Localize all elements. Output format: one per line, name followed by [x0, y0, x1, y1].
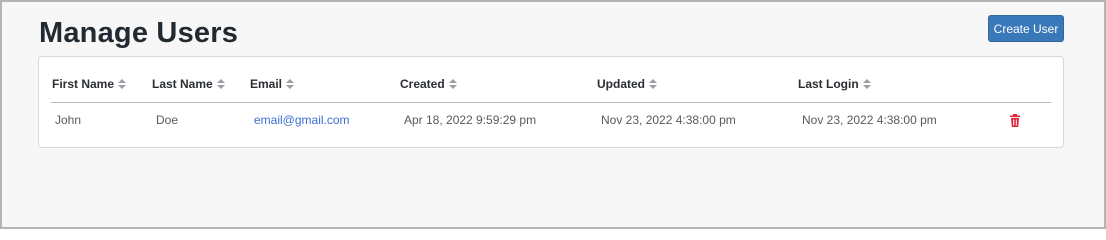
column-header-label: Email [250, 77, 283, 91]
cell-updated: Nov 23, 2022 4:38:00 pm [601, 113, 736, 127]
page-title: Manage Users [39, 17, 239, 49]
sort-icon [862, 78, 871, 90]
column-header-label: First Name [52, 77, 115, 91]
create-user-button[interactable]: Create User [988, 15, 1064, 42]
sort-icon [448, 78, 457, 90]
column-header-label: Created [400, 77, 445, 91]
app-window: Manage Users Create User First Name Last… [0, 0, 1106, 229]
column-header-label: Last Login [798, 77, 859, 91]
table-header-divider [51, 102, 1051, 103]
column-header-label: Updated [597, 77, 645, 91]
column-header-updated[interactable]: Updated [597, 77, 657, 91]
users-table-card: First Name Last Name Email Created Updat… [38, 56, 1064, 148]
column-header-first-name[interactable]: First Name [52, 77, 127, 91]
cell-last-login: Nov 23, 2022 4:38:00 pm [802, 113, 937, 127]
sort-icon [286, 78, 295, 90]
column-header-label: Last Name [152, 77, 213, 91]
sort-icon [649, 78, 657, 90]
cell-last-name: Doe [156, 113, 179, 127]
column-header-created[interactable]: Created [400, 77, 457, 91]
cell-first-name: John [55, 113, 82, 127]
column-header-last-login[interactable]: Last Login [798, 77, 871, 91]
column-header-last-name[interactable]: Last Name [152, 77, 225, 91]
cell-email-link[interactable]: email@gmail.com [254, 113, 350, 127]
column-header-email[interactable]: Email [250, 77, 295, 91]
sort-icon [118, 78, 127, 90]
cell-created: Apr 18, 2022 9:59:29 pm [404, 113, 537, 127]
sort-icon [216, 78, 225, 90]
trash-icon[interactable] [1009, 114, 1021, 127]
